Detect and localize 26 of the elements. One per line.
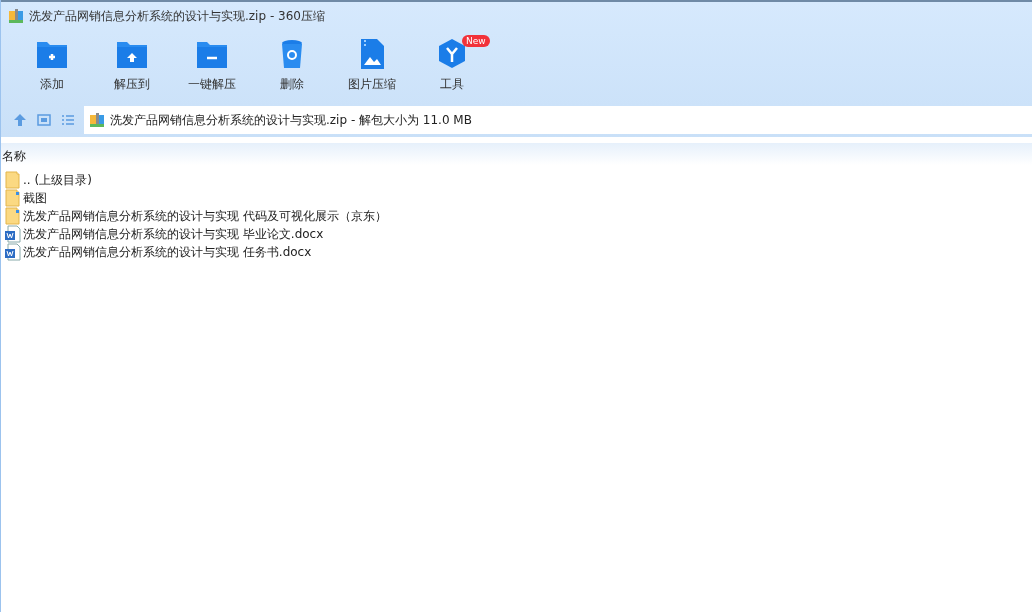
up-arrow-icon[interactable]: [12, 112, 28, 128]
file-name[interactable]: 截图: [23, 189, 47, 207]
toolbar-button[interactable]: 一键解压: [172, 38, 252, 103]
toolbar-button[interactable]: 添加: [12, 38, 92, 103]
address-bar[interactable]: 洗发产品网销信息分析系统的设计与实现.zip - 解包大小为 11.0 MB: [84, 106, 1032, 134]
archive-icon: [8, 8, 24, 24]
column-header[interactable]: 名称: [2, 148, 26, 165]
folder-icon: [5, 207, 21, 225]
folder-icon: [5, 189, 21, 207]
toolbar-button[interactable]: 解压到: [92, 38, 172, 103]
toolbar-button[interactable]: 图片压缩: [332, 38, 412, 103]
list-view-icon[interactable]: [60, 112, 76, 128]
folder-icon: [5, 171, 21, 189]
file-name[interactable]: 洗发产品网销信息分析系统的设计与实现 毕业论文.docx: [23, 225, 324, 243]
word-document-icon: [5, 225, 21, 243]
thumbnail-view-icon[interactable]: [36, 112, 52, 128]
address-text: 洗发产品网销信息分析系统的设计与实现.zip - 解包大小为 11.0 MB: [110, 111, 472, 129]
new-badge: New: [462, 35, 490, 47]
file-name[interactable]: 洗发产品网销信息分析系统的设计与实现 代码及可视化展示（京东）: [23, 207, 387, 225]
word-document-icon: [5, 243, 21, 261]
window-title: 洗发产品网销信息分析系统的设计与实现.zip - 360压缩: [29, 7, 325, 25]
toolbar-button[interactable]: 删除: [252, 38, 332, 103]
file-name[interactable]: .. (上级目录): [23, 171, 92, 189]
archive-icon: [89, 112, 105, 128]
file-name[interactable]: 洗发产品网销信息分析系统的设计与实现 任务书.docx: [23, 243, 312, 261]
toolbar-button[interactable]: 工具 New: [412, 38, 492, 103]
